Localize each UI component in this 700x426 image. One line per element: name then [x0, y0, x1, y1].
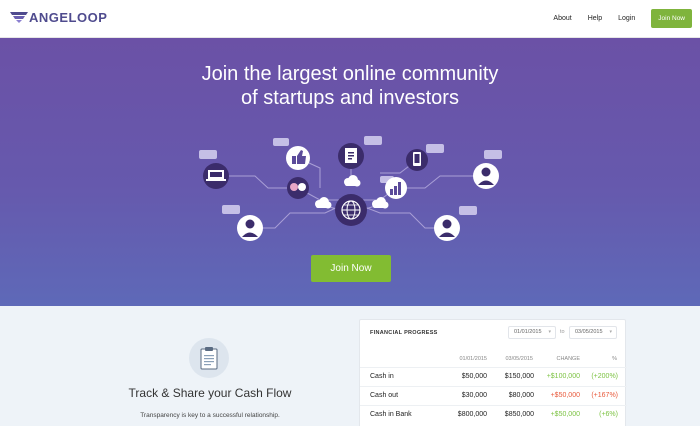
- hero-title-line1: Join the largest online community: [201, 63, 499, 85]
- brand-logo[interactable]: ANGELOOP: [10, 10, 107, 25]
- document-icon: [338, 143, 364, 169]
- logo-wing-icon: [10, 12, 28, 23]
- hero-section: Join the largest online community of sta…: [0, 38, 700, 306]
- table-row: Cash out $30,000 $80,000 +$50,000 (+167%…: [360, 386, 627, 405]
- caret-down-icon: ▾: [609, 329, 612, 335]
- row-from-value: $800,000: [457, 411, 487, 418]
- nav-help-link[interactable]: Help: [588, 15, 602, 22]
- person-icon: [434, 215, 460, 241]
- row-to-value: $850,000: [504, 411, 534, 418]
- row-change-value: +$50,000: [550, 411, 580, 418]
- speech-bubble-icon: [273, 138, 289, 146]
- thumbs-up-icon: [286, 146, 310, 170]
- financial-progress-card: FINANCIAL PROGRESS 01/01/2015 ▾ to 03/05…: [359, 319, 627, 426]
- cloud-icon: [372, 197, 389, 209]
- row-percent-value: (+167%): [591, 392, 618, 399]
- date-to-value: 03/05/2015: [575, 329, 603, 335]
- person-icon: [473, 163, 499, 189]
- row-percent-value: (+6%): [599, 411, 618, 418]
- row-to-value: $80,000: [508, 392, 534, 399]
- top-navbar: ANGELOOP About Help Login Join Now: [0, 0, 700, 38]
- laptop-icon: [203, 163, 229, 189]
- person-icon: [237, 215, 263, 241]
- nav-about-link[interactable]: About: [553, 15, 571, 22]
- date-from-value: 01/01/2015: [514, 329, 542, 335]
- row-label: Cash out: [370, 392, 399, 399]
- cloud-icon: [344, 175, 361, 187]
- date-from-select[interactable]: 01/01/2015 ▾: [508, 326, 556, 339]
- speech-bubble-icon: [459, 206, 477, 215]
- clipboard-icon: [189, 338, 229, 378]
- feature-title: Track & Share your Cash Flow: [128, 386, 292, 400]
- join-now-button-hero[interactable]: Join Now: [311, 255, 391, 282]
- chart-icon: [385, 177, 407, 199]
- column-header-change: CHANGE: [556, 356, 580, 362]
- table-row: Cash in $50,000 $150,000 +$100,000 (+200…: [360, 367, 627, 386]
- column-header-percent: %: [612, 356, 617, 362]
- table-row: Cash in Bank $800,000 $850,000 +$50,000 …: [360, 405, 627, 424]
- join-now-button-header[interactable]: Join Now: [651, 9, 692, 28]
- date-range-to-label: to: [560, 329, 565, 335]
- row-label: Cash in: [370, 373, 394, 380]
- speech-bubble-icon: [222, 205, 240, 214]
- phone-icon: [406, 149, 428, 171]
- hero-title: Join the largest online community of sta…: [0, 62, 700, 110]
- column-header-to: 03/05/2015: [505, 356, 533, 362]
- row-change-value: +$100,000: [546, 373, 580, 380]
- row-from-value: $50,000: [461, 373, 487, 380]
- brand-name: ANGELOOP: [29, 10, 108, 25]
- row-label: Cash in Bank: [370, 411, 412, 418]
- feature-description: Transparency is key to a successful rela…: [140, 412, 280, 419]
- caret-down-icon: ▾: [548, 329, 551, 335]
- nav-login-link[interactable]: Login: [618, 15, 635, 22]
- row-percent-value: (+200%): [591, 373, 618, 380]
- speech-bubble-icon: [364, 136, 382, 145]
- row-to-value: $150,000: [504, 373, 534, 380]
- speech-bubble-icon: [484, 150, 502, 159]
- date-to-select[interactable]: 03/05/2015 ▾: [569, 326, 617, 339]
- hero-title-line2: of startups and investors: [241, 87, 459, 109]
- nav-menu: About Help Login Join Now: [537, 9, 692, 28]
- speech-bubble-icon: [199, 150, 217, 159]
- card-title: FINANCIAL PROGRESS: [370, 330, 438, 336]
- row-change-value: +$50,000: [550, 392, 580, 399]
- column-header-from: 01/01/2015: [459, 356, 487, 362]
- row-from-value: $30,000: [461, 392, 487, 399]
- hands-icon: [287, 177, 309, 199]
- speech-bubble-icon: [426, 144, 444, 153]
- globe-network-icon: [335, 194, 367, 226]
